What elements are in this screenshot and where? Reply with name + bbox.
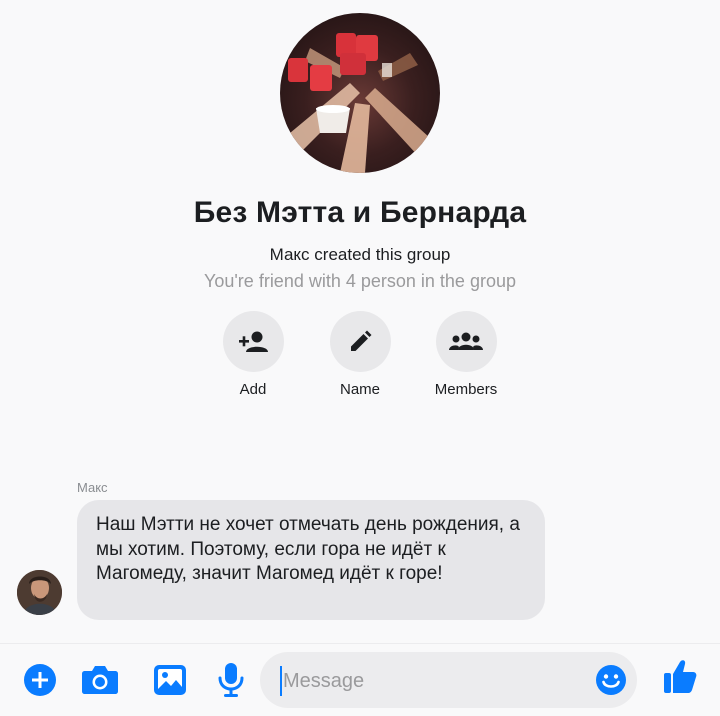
camera-button[interactable] xyxy=(80,660,120,700)
plus-circle-icon xyxy=(24,664,56,696)
sender-avatar[interactable] xyxy=(17,570,62,615)
add-label: Add xyxy=(239,381,267,398)
plus-button[interactable] xyxy=(20,660,60,700)
microphone-icon xyxy=(218,663,244,697)
thumbs-up-icon xyxy=(664,660,697,693)
emoji-button[interactable] xyxy=(595,664,627,701)
avatar-image xyxy=(17,570,62,615)
members-button[interactable] xyxy=(435,311,497,372)
name-label: Name xyxy=(339,381,380,398)
name-action[interactable]: Name xyxy=(305,311,415,398)
add-person-icon xyxy=(239,331,268,352)
group-members-icon xyxy=(449,332,483,350)
message-bubble[interactable]: Наш Мэтти не хочет отмечать день рождени… xyxy=(77,500,545,620)
group-friends-text: You're friend with 4 person in the group xyxy=(204,271,516,291)
group-photo xyxy=(280,13,440,173)
group-created-text: Макс created this group xyxy=(269,245,451,264)
message-input[interactable] xyxy=(280,666,585,696)
group-title: Без Мэтта и Бернарда xyxy=(193,196,527,229)
message-text: Наш Мэтти не хочет отмечать день рождени… xyxy=(96,514,520,584)
image-icon xyxy=(154,665,186,695)
message-input-container[interactable] xyxy=(260,652,637,708)
camera-icon xyxy=(82,666,118,694)
name-button[interactable] xyxy=(329,311,391,372)
pencil-icon xyxy=(351,330,372,351)
members-action[interactable]: Members xyxy=(411,311,521,398)
emoji-icon xyxy=(596,665,626,695)
microphone-button[interactable] xyxy=(211,660,251,700)
composer-divider xyxy=(0,643,720,644)
message-sender-name: Макс xyxy=(77,480,108,495)
like-button[interactable] xyxy=(660,657,700,697)
group-photo-image xyxy=(288,33,430,173)
add-member-action[interactable]: Add xyxy=(198,311,308,398)
gallery-button[interactable] xyxy=(150,660,190,700)
add-member-button[interactable] xyxy=(222,311,284,372)
members-label: Members xyxy=(434,381,498,398)
